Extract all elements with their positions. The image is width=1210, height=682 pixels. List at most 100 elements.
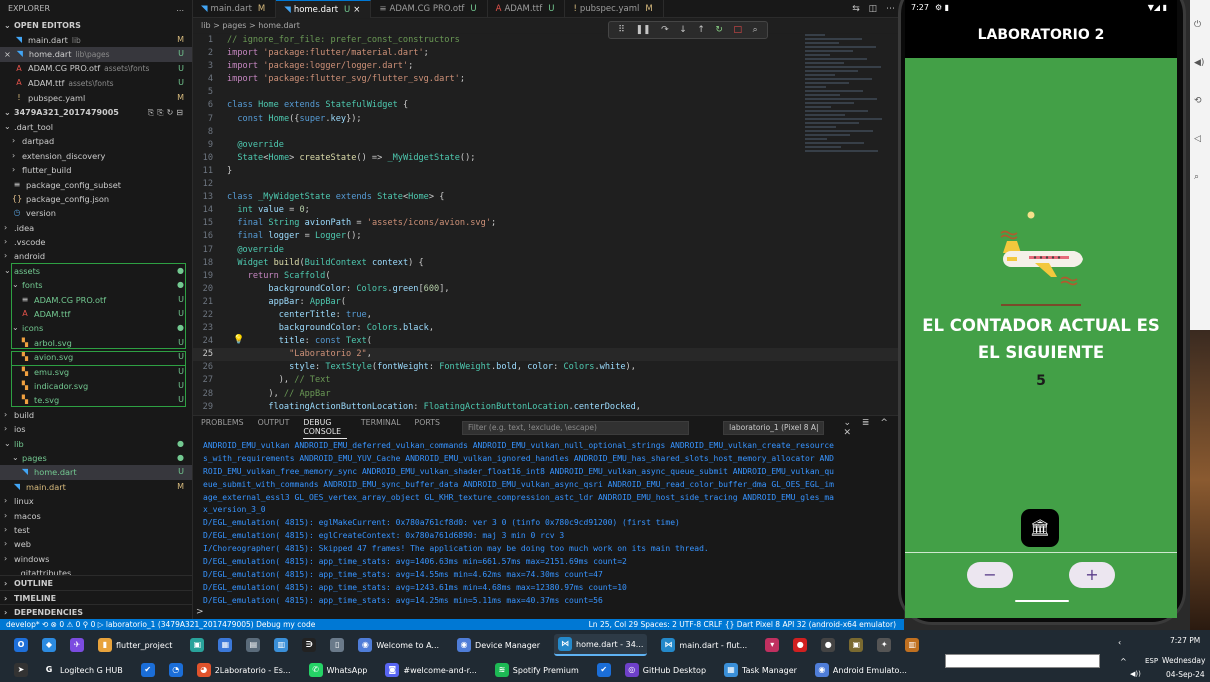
restart-icon[interactable]: ↻	[715, 25, 723, 35]
tree-item[interactable]: › linux	[0, 494, 192, 508]
increment-button[interactable]: +	[1069, 562, 1115, 588]
tray-date[interactable]: 04-Sep-24	[1166, 670, 1205, 679]
taskbar-item[interactable]: G Logitech G HUB	[38, 659, 127, 681]
editor-tab[interactable]: ≡ ADAM.CG PRO.otf U	[371, 0, 488, 18]
open-editor-item[interactable]: ! pubspec.yaml M	[0, 91, 192, 105]
taskbar-item[interactable]: ◉ Device Manager	[453, 634, 544, 656]
tree-item[interactable]: › ios	[0, 422, 192, 436]
taskbar-item[interactable]: ◉ Welcome to A...	[354, 634, 443, 656]
editor-tab[interactable]: ! pubspec.yaml M	[565, 0, 664, 18]
tree-item[interactable]: › dartpad	[0, 134, 192, 148]
taskbar-input[interactable]	[945, 654, 1100, 668]
tree-item[interactable]: › android	[0, 249, 192, 263]
console-prompt[interactable]: >	[196, 607, 204, 617]
taskbar-item[interactable]: ≋ Spotify Premium	[491, 659, 583, 681]
code-editor[interactable]: 1 // ignore_for_file: prefer_const_constr…	[193, 34, 904, 415]
tree-item[interactable]: ⌄ icons ●	[0, 321, 192, 335]
tray-lang[interactable]: ESP	[1145, 657, 1158, 665]
tree-item[interactable]: A ADAM.ttf U	[0, 307, 192, 321]
tree-item[interactable]: ⌄ assets ●	[0, 264, 192, 278]
toolbar-back-icon[interactable]: ◁	[1194, 134, 1210, 152]
close-icon[interactable]: ×	[4, 47, 11, 61]
step-into-icon[interactable]: ↓	[679, 25, 687, 35]
tree-item[interactable]: ⌄ pages ●	[0, 451, 192, 465]
panel-tab[interactable]: PROBLEMS	[201, 418, 244, 439]
tray-time[interactable]: 7:27 PM	[1170, 636, 1200, 645]
tree-item[interactable]: ▚ arbol.svg U	[0, 336, 192, 350]
taskbar-item[interactable]: ◎ GitHub Desktop	[621, 659, 710, 681]
tree-item[interactable]: › .vscode	[0, 235, 192, 249]
tree-item[interactable]: ≡ ADAM.CG PRO.otf U	[0, 293, 192, 307]
taskbar-item[interactable]: ●	[817, 634, 839, 656]
open-editor-item[interactable]: ◥ main.dart lib M	[0, 33, 192, 47]
tree-item[interactable]: ▚ avion.svg U	[0, 350, 192, 364]
taskbar-item[interactable]: ✔	[593, 659, 615, 681]
panel-tab[interactable]: DEBUG CONSOLE	[303, 418, 347, 439]
taskbar-item[interactable]: ▥	[901, 634, 923, 656]
project-actions[interactable]: ⎘⎘↻⊟	[148, 105, 186, 120]
open-editor-item[interactable]: A ADAM.CG PRO.otf assets\fonts U	[0, 62, 192, 76]
dependencies-section[interactable]: › DEPENDENCIES	[0, 604, 192, 619]
bank-fab-button[interactable]: 🏛	[1021, 509, 1059, 547]
taskbar-item[interactable]: ✈	[66, 634, 88, 656]
tree-item[interactable]: › .idea	[0, 221, 192, 235]
timeline-section[interactable]: › TIMELINE	[0, 590, 192, 605]
inspect-icon[interactable]: ⌕	[753, 25, 758, 35]
taskbar-item[interactable]: ▯	[326, 634, 348, 656]
status-right[interactable]: Ln 25, Col 29 Spaces: 2 UTF-8 CRLF {} Da…	[589, 619, 904, 630]
project-header[interactable]: ⌄ 3479A321_2017479005 ⎘⎘↻⊟	[0, 105, 192, 120]
open-editors-header[interactable]: ⌄ OPEN EDITORS	[0, 18, 192, 33]
breadcrumb[interactable]: lib > pages > home.dart	[193, 19, 904, 33]
taskbar-item[interactable]: ▾	[761, 634, 783, 656]
taskbar-item[interactable]: ▣	[845, 634, 867, 656]
tree-item[interactable]: ▚ indicador.svg U	[0, 379, 192, 393]
taskbar-item[interactable]: O	[10, 634, 32, 656]
tree-item[interactable]: ▚ te.svg U	[0, 393, 192, 407]
taskbar-item[interactable]: ◕ 2Laboratorio - Es...	[193, 659, 295, 681]
step-over-icon[interactable]: ↷	[661, 25, 669, 35]
step-out-icon[interactable]: ↑	[697, 25, 705, 35]
toolbar-rotate-icon[interactable]: ⟲	[1194, 96, 1210, 114]
taskbar-item[interactable]: ⋈ home.dart - 34...	[554, 634, 648, 656]
editor-tab[interactable]: ◥ main.dart M	[193, 0, 277, 18]
taskbar-item[interactable]: ▦ Task Manager	[720, 659, 801, 681]
tree-item[interactable]: ⌄ lib ●	[0, 437, 192, 451]
tray-chevron-icon[interactable]: ‹	[1118, 638, 1121, 647]
taskbar-item[interactable]: ✆ WhatsApp	[305, 659, 372, 681]
toolbar-volume-icon[interactable]: ◀)	[1194, 58, 1210, 76]
taskbar-item[interactable]: ▤	[242, 634, 264, 656]
open-editor-item[interactable]: × ◥ home.dart lib\pages U	[0, 47, 192, 62]
tree-item[interactable]: ⌄ .dart_tool	[0, 120, 192, 134]
lightbulb-icon[interactable]: 💡	[233, 335, 244, 345]
panel-tab[interactable]: OUTPUT	[258, 418, 290, 439]
tree-item[interactable]: ⌄ fonts ●	[0, 278, 192, 292]
editor-tab[interactable]: ◥ home.dart U ×	[276, 0, 372, 18]
taskbar-item[interactable]: ∋	[298, 634, 320, 656]
tree-item[interactable]: › build	[0, 408, 192, 422]
speaker-icon[interactable]: ◀))	[1130, 670, 1141, 678]
explorer-more-button[interactable]: ...	[176, 0, 184, 18]
tree-item[interactable]: ≡ package_config_subset	[0, 178, 192, 192]
taskbar-item[interactable]: ◆	[38, 634, 60, 656]
taskbar-item[interactable]: ✔	[137, 659, 159, 681]
editor-tab[interactable]: A ADAM.ttf U	[488, 0, 566, 18]
taskbar-item[interactable]: ◔	[165, 659, 187, 681]
taskbar-item[interactable]: ●	[789, 634, 811, 656]
tray-day[interactable]: Wednesday	[1162, 656, 1205, 665]
console-filter-input[interactable]: Filter (e.g. text, !exclude, \escape)	[461, 421, 690, 435]
tree-item[interactable]: › test	[0, 523, 192, 537]
panel-tab[interactable]: TERMINAL	[361, 418, 401, 439]
taskbar-item[interactable]: ▮ flutter_project	[94, 634, 176, 656]
panel-actions[interactable]: ⌄ ≣ ^ ✕	[844, 418, 904, 438]
taskbar-item[interactable]: ➤	[10, 659, 32, 681]
tree-item[interactable]: › web	[0, 537, 192, 551]
drag-handle-icon[interactable]: ⠿	[618, 25, 625, 35]
tree-item[interactable]: › extension_discovery	[0, 149, 192, 163]
taskbar-item[interactable]: ▦	[214, 634, 236, 656]
toolbar-power-icon[interactable]: ⏻	[1194, 20, 1210, 38]
editor-actions[interactable]: ⇆ ◫ ⋯	[852, 0, 904, 17]
tree-item[interactable]: ◥ home.dart U	[0, 465, 192, 480]
taskbar-item[interactable]: ▣	[186, 634, 208, 656]
tree-item[interactable]: ◷ version	[0, 206, 192, 220]
panel-tab[interactable]: PORTS	[415, 418, 440, 439]
